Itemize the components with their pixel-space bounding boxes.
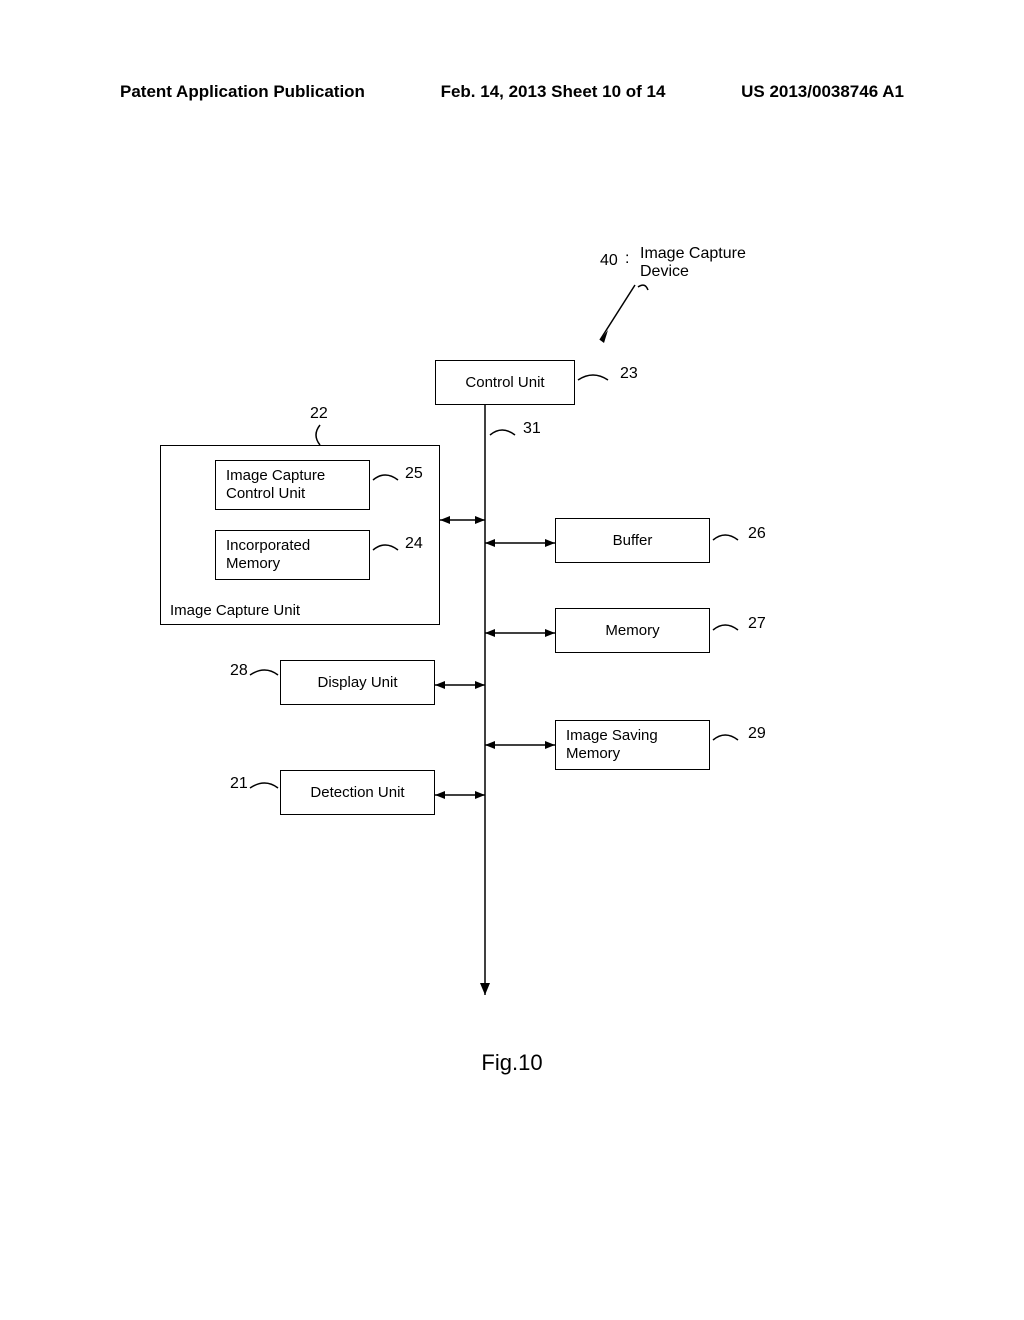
ref-29: 29	[748, 725, 766, 743]
ref-31: 31	[523, 420, 541, 438]
bus-line	[470, 405, 510, 1015]
ref-connector-22	[310, 425, 330, 450]
ref-27: 27	[748, 615, 766, 633]
ref-connector-29	[713, 730, 753, 750]
ref-22: 22	[310, 405, 328, 423]
detection-unit-block: Detection Unit	[280, 770, 435, 815]
ref-connector-28	[250, 665, 285, 685]
ref-connector-26	[713, 530, 753, 550]
image-saving-memory-block: Image Saving Memory	[555, 720, 710, 770]
conn-buffer	[485, 533, 560, 553]
page-header: Patent Application Publication Feb. 14, …	[0, 82, 1024, 102]
figure-caption: Fig.10	[0, 1050, 1024, 1076]
device-label: Image CaptureDevice	[640, 245, 746, 280]
device-ref-number: 40	[600, 252, 618, 270]
conn-display	[435, 675, 490, 695]
ref-24: 24	[405, 535, 423, 553]
incorporated-memory-block: Incorporated Memory	[215, 530, 370, 580]
ref-26: 26	[748, 525, 766, 543]
control-unit-block: Control Unit	[435, 360, 575, 405]
header-left: Patent Application Publication	[120, 82, 365, 102]
header-right: US 2013/0038746 A1	[741, 82, 904, 102]
image-capture-control-block: Image Capture Control Unit	[215, 460, 370, 510]
ref-23: 23	[620, 365, 638, 383]
ref-21: 21	[230, 775, 248, 793]
conn-detection	[435, 785, 490, 805]
buffer-block: Buffer	[555, 518, 710, 563]
memory-block: Memory	[555, 608, 710, 653]
block-diagram: 40 : Image CaptureDevice Control Unit 23…	[0, 230, 1024, 1030]
ref-connector-27	[713, 620, 753, 640]
ref-28: 28	[230, 662, 248, 680]
device-pointer-arrow	[590, 285, 650, 355]
header-center: Feb. 14, 2013 Sheet 10 of 14	[441, 82, 666, 102]
image-capture-unit-label: Image Capture Unit	[170, 602, 300, 619]
display-unit-block: Display Unit	[280, 660, 435, 705]
conn-saving-memory	[485, 735, 560, 755]
ref-connector-21	[250, 778, 285, 798]
conn-capture-unit	[440, 510, 490, 530]
ref-25: 25	[405, 465, 423, 483]
conn-memory	[485, 623, 560, 643]
